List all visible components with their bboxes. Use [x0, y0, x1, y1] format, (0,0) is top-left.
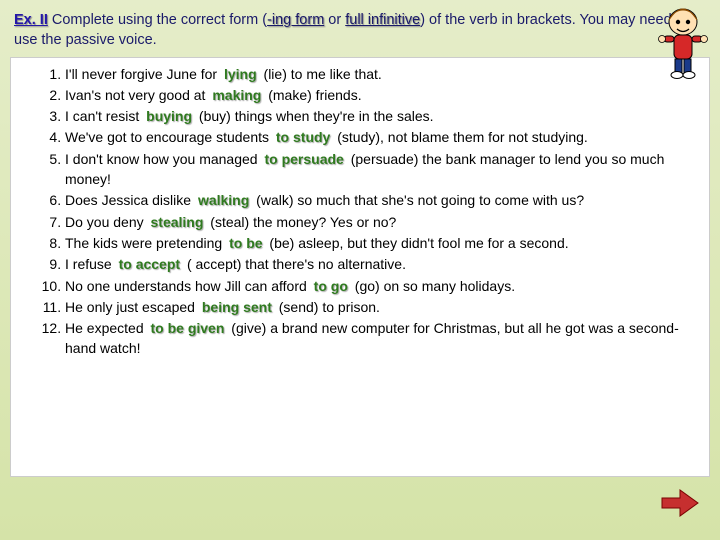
item-pretext: The kids were pretending — [65, 235, 226, 251]
instruction-part1: Complete using the correct form ( — [48, 12, 267, 28]
list-item: Ivan's not very good at making (make) fr… — [65, 85, 699, 105]
instruction-area: Ex. II Complete using the correct form (… — [0, 0, 720, 57]
item-pretext: He expected — [65, 320, 148, 336]
answer-text: to be given — [148, 320, 228, 336]
item-posttext: (make) friends. — [264, 87, 361, 103]
answer-text: buying — [143, 108, 195, 124]
item-posttext: (buy) things when they're in the sales. — [195, 108, 433, 124]
list-item: No one understands how Jill can afford t… — [65, 276, 699, 296]
item-pretext: Do you deny — [65, 214, 148, 230]
item-pretext: No one understands how Jill can afford — [65, 278, 311, 294]
exercise-content-box: I'll never forgive June for lying (lie) … — [10, 57, 710, 477]
exercise-list: I'll never forgive June for lying (lie) … — [21, 64, 699, 359]
item-pretext: He only just escaped — [65, 299, 199, 315]
item-pretext: Does Jessica dislike — [65, 192, 195, 208]
answer-text: to go — [311, 278, 351, 294]
answer-text: stealing — [148, 214, 207, 230]
ing-form-term: -ing form — [267, 12, 324, 28]
arrow-right-icon — [660, 488, 700, 518]
item-pretext: I'll never forgive June for — [65, 66, 221, 82]
list-item: He expected to be given (give) a brand n… — [65, 318, 699, 359]
list-item: Do you deny stealing (steal) the money? … — [65, 212, 699, 232]
item-pretext: We've got to encourage students — [65, 129, 273, 145]
list-item: I'll never forgive June for lying (lie) … — [65, 64, 699, 84]
answer-text: lying — [221, 66, 260, 82]
next-arrow-button[interactable] — [660, 488, 700, 518]
full-infinitive-term: full infinitive — [345, 12, 420, 28]
item-pretext: I can't resist — [65, 108, 143, 124]
instruction-or: or — [324, 12, 345, 28]
answer-text: walking — [195, 192, 252, 208]
item-posttext: (go) on so many holidays. — [351, 278, 515, 294]
answer-text: making — [209, 87, 264, 103]
boy-cartoon-icon — [652, 2, 714, 80]
answer-text: to accept — [116, 256, 183, 272]
item-pretext: Ivan's not very good at — [65, 87, 209, 103]
list-item: I refuse to accept ( accept) that there'… — [65, 254, 699, 274]
answer-text: to study — [273, 129, 333, 145]
item-posttext: (lie) to me like that. — [260, 66, 382, 82]
item-posttext: (steal) the money? Yes or no? — [206, 214, 396, 230]
item-posttext: (send) to prison. — [275, 299, 380, 315]
answer-text: to persuade — [261, 151, 346, 167]
item-posttext: ( accept) that there's no alternative. — [183, 256, 406, 272]
list-item: He only just escaped being sent (send) t… — [65, 297, 699, 317]
item-pretext: I don't know how you managed — [65, 151, 261, 167]
item-posttext: (walk) so much that she's not going to c… — [252, 192, 584, 208]
answer-text: to be — [226, 235, 265, 251]
item-posttext: (study), not blame them for not studying… — [333, 129, 587, 145]
list-item: We've got to encourage students to study… — [65, 127, 699, 147]
list-item: The kids were pretending to be (be) asle… — [65, 233, 699, 253]
answer-text: being sent — [199, 299, 275, 315]
item-posttext: (be) asleep, but they didn't fool me for… — [266, 235, 569, 251]
list-item: I don't know how you managed to persuade… — [65, 149, 699, 190]
list-item: Does Jessica dislike walking (walk) so m… — [65, 190, 699, 210]
exercise-label: Ex. II — [14, 12, 48, 28]
list-item: I can't resist buying (buy) things when … — [65, 106, 699, 126]
item-pretext: I refuse — [65, 256, 116, 272]
